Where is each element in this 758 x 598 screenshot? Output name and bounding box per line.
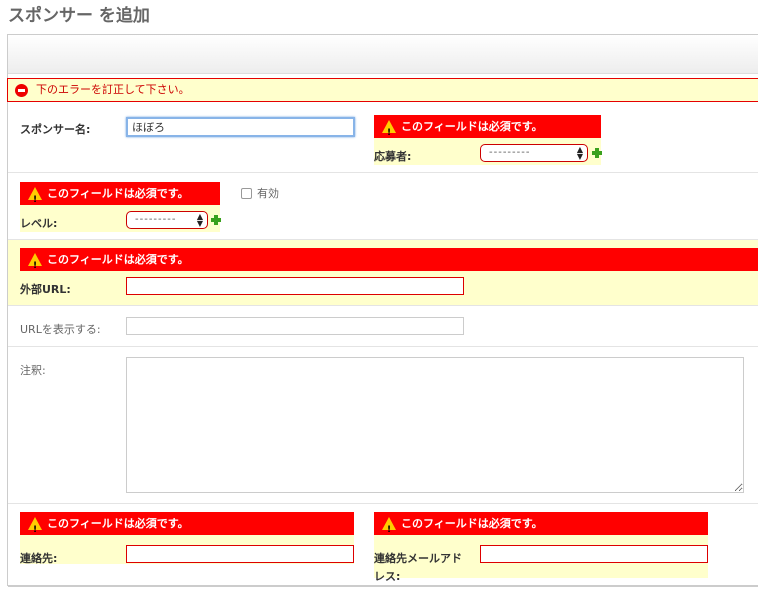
level-field: このフィールドは必須です。 レベル: --------- ▲▼: [20, 182, 221, 232]
row-level: このフィールドは必須です。 レベル: --------- ▲▼ 有効: [8, 174, 758, 240]
contact-email-label: 連絡先メールアド レス:: [374, 552, 462, 583]
error-note: 下のエラーを訂正して下さい。: [7, 78, 758, 102]
external-url-error: このフィールドは必須です。: [20, 248, 758, 278]
external-url-input[interactable]: [126, 277, 464, 295]
contact-label: 連絡先:: [20, 552, 58, 565]
applicant-field: このフィールドは必須です。 応募者: --------- ▲▼: [374, 115, 602, 165]
row-display-url: URLを表示する:: [8, 307, 758, 347]
warning-icon: [28, 517, 42, 542]
error-circle-icon: [15, 84, 28, 97]
select-arrows-icon: ▲ ▼: [576, 145, 583, 161]
applicant-label: 応募者:: [374, 150, 412, 163]
page-title: スポンサー を追加: [8, 6, 150, 26]
notes-label: 注釈:: [20, 364, 46, 377]
contact-field: このフィールドは必須です。 連絡先:: [20, 512, 354, 565]
row-contact: このフィールドは必須です。 連絡先: このフィールドは必須です。 連絡先メールア…: [8, 505, 758, 587]
active-checkbox[interactable]: [241, 188, 252, 199]
add-applicant-icon[interactable]: [592, 148, 602, 158]
external-url-label: 外部URL:: [20, 283, 71, 296]
row-sponsor-name: スポンサー名: このフィールドは必須です。 応募者: --------- ▲▼: [8, 107, 758, 173]
level-label: レベル:: [20, 217, 58, 230]
row-external-url: このフィールドは必須です。 外部URL:: [8, 240, 758, 306]
contact-error: このフィールドは必須です。: [20, 512, 354, 542]
level-error: このフィールドは必須です。: [20, 182, 220, 212]
add-level-icon[interactable]: [211, 215, 221, 225]
applicant-error: このフィールドは必須です。: [374, 115, 601, 145]
applicant-select[interactable]: --------- ▲ ▼: [480, 144, 588, 162]
warning-icon: [28, 253, 42, 278]
form-toolbar: [8, 35, 758, 74]
warning-icon: [382, 120, 396, 145]
notes-textarea[interactable]: [126, 357, 744, 493]
select-arrows-icon: ▲ ▼: [196, 212, 203, 228]
error-note-text: 下のエラーを訂正して下さい。: [36, 83, 190, 96]
row-notes: 注釈:: [8, 348, 758, 504]
contact-input[interactable]: [126, 545, 354, 563]
level-select[interactable]: --------- ▲ ▼: [126, 211, 208, 229]
display-url-label: URLを表示する:: [20, 323, 101, 336]
sponsor-name-label: スポンサー名:: [20, 123, 91, 136]
warning-icon: [28, 187, 42, 212]
active-label: 有効: [257, 187, 279, 200]
contact-email-input[interactable]: [480, 545, 708, 563]
contact-email-error: このフィールドは必須です。: [374, 512, 708, 542]
contact-email-field: このフィールドは必須です。 連絡先メールアド レス:: [374, 512, 708, 583]
warning-icon: [382, 517, 396, 542]
sponsor-name-input[interactable]: [126, 117, 355, 137]
display-url-input[interactable]: [126, 317, 464, 335]
